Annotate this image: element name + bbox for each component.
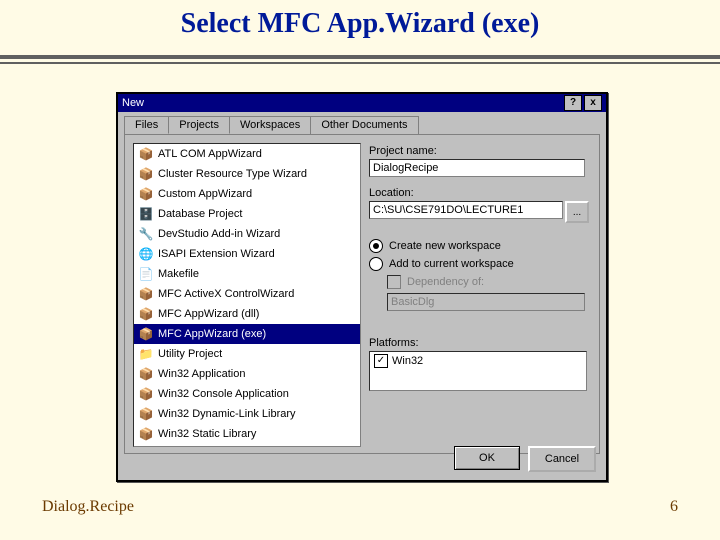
project-type-label: MFC AppWizard (dll) <box>158 308 259 320</box>
location-label: Location: <box>369 187 591 199</box>
project-type-label: DevStudio Add-in Wizard <box>158 228 280 240</box>
project-type-item[interactable]: 📦 Win32 Application <box>134 364 360 384</box>
project-type-item[interactable]: 📦 Win32 Console Application <box>134 384 360 404</box>
project-type-label: MFC ActiveX ControlWizard <box>158 288 294 300</box>
platforms-list[interactable]: ✓ Win32 <box>369 351 587 391</box>
slide-title: Select MFC App.Wizard (exe) <box>0 0 720 40</box>
ok-button[interactable]: OK <box>454 446 520 470</box>
dialog-title-text: New <box>122 97 144 109</box>
project-type-item[interactable]: 🗄️ Database Project <box>134 204 360 224</box>
project-type-item[interactable]: 📦 Win32 Static Library <box>134 424 360 444</box>
project-type-label: Cluster Resource Type Wizard <box>158 168 307 180</box>
location-input[interactable] <box>369 201 563 219</box>
divider-thin <box>0 62 720 64</box>
tab-other-documents[interactable]: Other Documents <box>310 116 418 134</box>
project-type-label: Database Project <box>158 208 242 220</box>
project-type-label: ATL COM AppWizard <box>158 148 262 160</box>
new-dialog: New ? x Files Projects Workspaces Other … <box>116 92 608 482</box>
project-type-item[interactable]: 🔧 DevStudio Add-in Wizard <box>134 224 360 244</box>
project-type-icon: 🔧 <box>138 226 154 242</box>
project-type-item[interactable]: 📦 ATL COM AppWizard <box>134 144 360 164</box>
dialog-titlebar: New ? x <box>118 94 606 112</box>
radio-dot-icon <box>369 239 383 253</box>
project-type-item[interactable]: 🌐 ISAPI Extension Wizard <box>134 244 360 264</box>
project-type-item[interactable]: 📁 Utility Project <box>134 344 360 364</box>
tab-workspaces[interactable]: Workspaces <box>229 116 311 134</box>
close-button[interactable]: x <box>584 95 602 111</box>
project-type-icon: 📦 <box>138 386 154 402</box>
platform-label: Win32 <box>392 355 423 367</box>
radio-create-new-label: Create new workspace <box>389 240 501 252</box>
tab-projects[interactable]: Projects <box>168 116 230 134</box>
platforms-label: Platforms: <box>369 337 591 349</box>
project-type-icon: 📦 <box>138 166 154 182</box>
radio-add-to-workspace[interactable]: Add to current workspace <box>369 255 591 273</box>
project-type-icon: 📦 <box>138 406 154 422</box>
radio-add-to-label: Add to current workspace <box>389 258 514 270</box>
dependency-select <box>387 293 585 311</box>
divider-thick <box>0 55 720 59</box>
project-name-input[interactable] <box>369 159 585 177</box>
project-type-icon: 📦 <box>138 286 154 302</box>
project-type-item[interactable]: 📦 MFC AppWizard (exe) <box>134 324 360 344</box>
project-type-icon: 📦 <box>138 146 154 162</box>
tab-bar: Files Projects Workspaces Other Document… <box>124 116 600 134</box>
page-number: 6 <box>670 498 678 516</box>
project-type-item[interactable]: 📄 Makefile <box>134 264 360 284</box>
project-type-label: Win32 Application <box>158 368 245 380</box>
project-type-item[interactable]: 📦 Win32 Dynamic-Link Library <box>134 404 360 424</box>
radio-create-new-workspace[interactable]: Create new workspace <box>369 237 591 255</box>
project-type-item[interactable]: 📦 Cluster Resource Type Wizard <box>134 164 360 184</box>
help-button[interactable]: ? <box>564 95 582 111</box>
radio-dot-icon <box>369 257 383 271</box>
cancel-button[interactable]: Cancel <box>528 446 596 472</box>
checkbox-box-icon <box>387 275 401 289</box>
project-type-item[interactable]: 📦 MFC ActiveX ControlWizard <box>134 284 360 304</box>
project-type-icon: 🗄️ <box>138 206 154 222</box>
project-type-icon: 📁 <box>138 346 154 362</box>
project-type-label: ISAPI Extension Wizard <box>158 248 275 260</box>
project-type-label: Utility Project <box>158 348 222 360</box>
project-type-icon: 📦 <box>138 326 154 342</box>
project-type-label: Win32 Static Library <box>158 428 256 440</box>
tab-files[interactable]: Files <box>124 116 169 134</box>
project-type-icon: 📦 <box>138 306 154 322</box>
browse-button[interactable]: ... <box>565 201 589 223</box>
checkbox-dependency: Dependency of: <box>387 273 591 291</box>
project-type-icon: 📦 <box>138 366 154 382</box>
project-type-icon: 📦 <box>138 426 154 442</box>
platform-item[interactable]: ✓ Win32 <box>370 352 586 370</box>
checkbox-checked-icon: ✓ <box>374 354 388 368</box>
project-type-label: Win32 Console Application <box>158 388 289 400</box>
project-type-label: MFC AppWizard (exe) <box>158 328 266 340</box>
project-type-item[interactable]: 📦 Custom AppWizard <box>134 184 360 204</box>
project-type-label: Custom AppWizard <box>158 188 252 200</box>
project-type-label: Makefile <box>158 268 199 280</box>
project-type-icon: 📄 <box>138 266 154 282</box>
project-name-label: Project name: <box>369 145 591 157</box>
dependency-label: Dependency of: <box>407 276 484 288</box>
slide-footnote: Dialog.Recipe <box>42 498 134 516</box>
project-type-icon: 📦 <box>138 186 154 202</box>
project-type-icon: 🌐 <box>138 246 154 262</box>
tab-panel: 📦 ATL COM AppWizard 📦 Cluster Resource Type… <box>124 134 600 454</box>
project-type-item[interactable]: 📦 MFC AppWizard (dll) <box>134 304 360 324</box>
project-type-list[interactable]: 📦 ATL COM AppWizard 📦 Cluster Resource Type… <box>133 143 361 447</box>
project-type-label: Win32 Dynamic-Link Library <box>158 408 296 420</box>
